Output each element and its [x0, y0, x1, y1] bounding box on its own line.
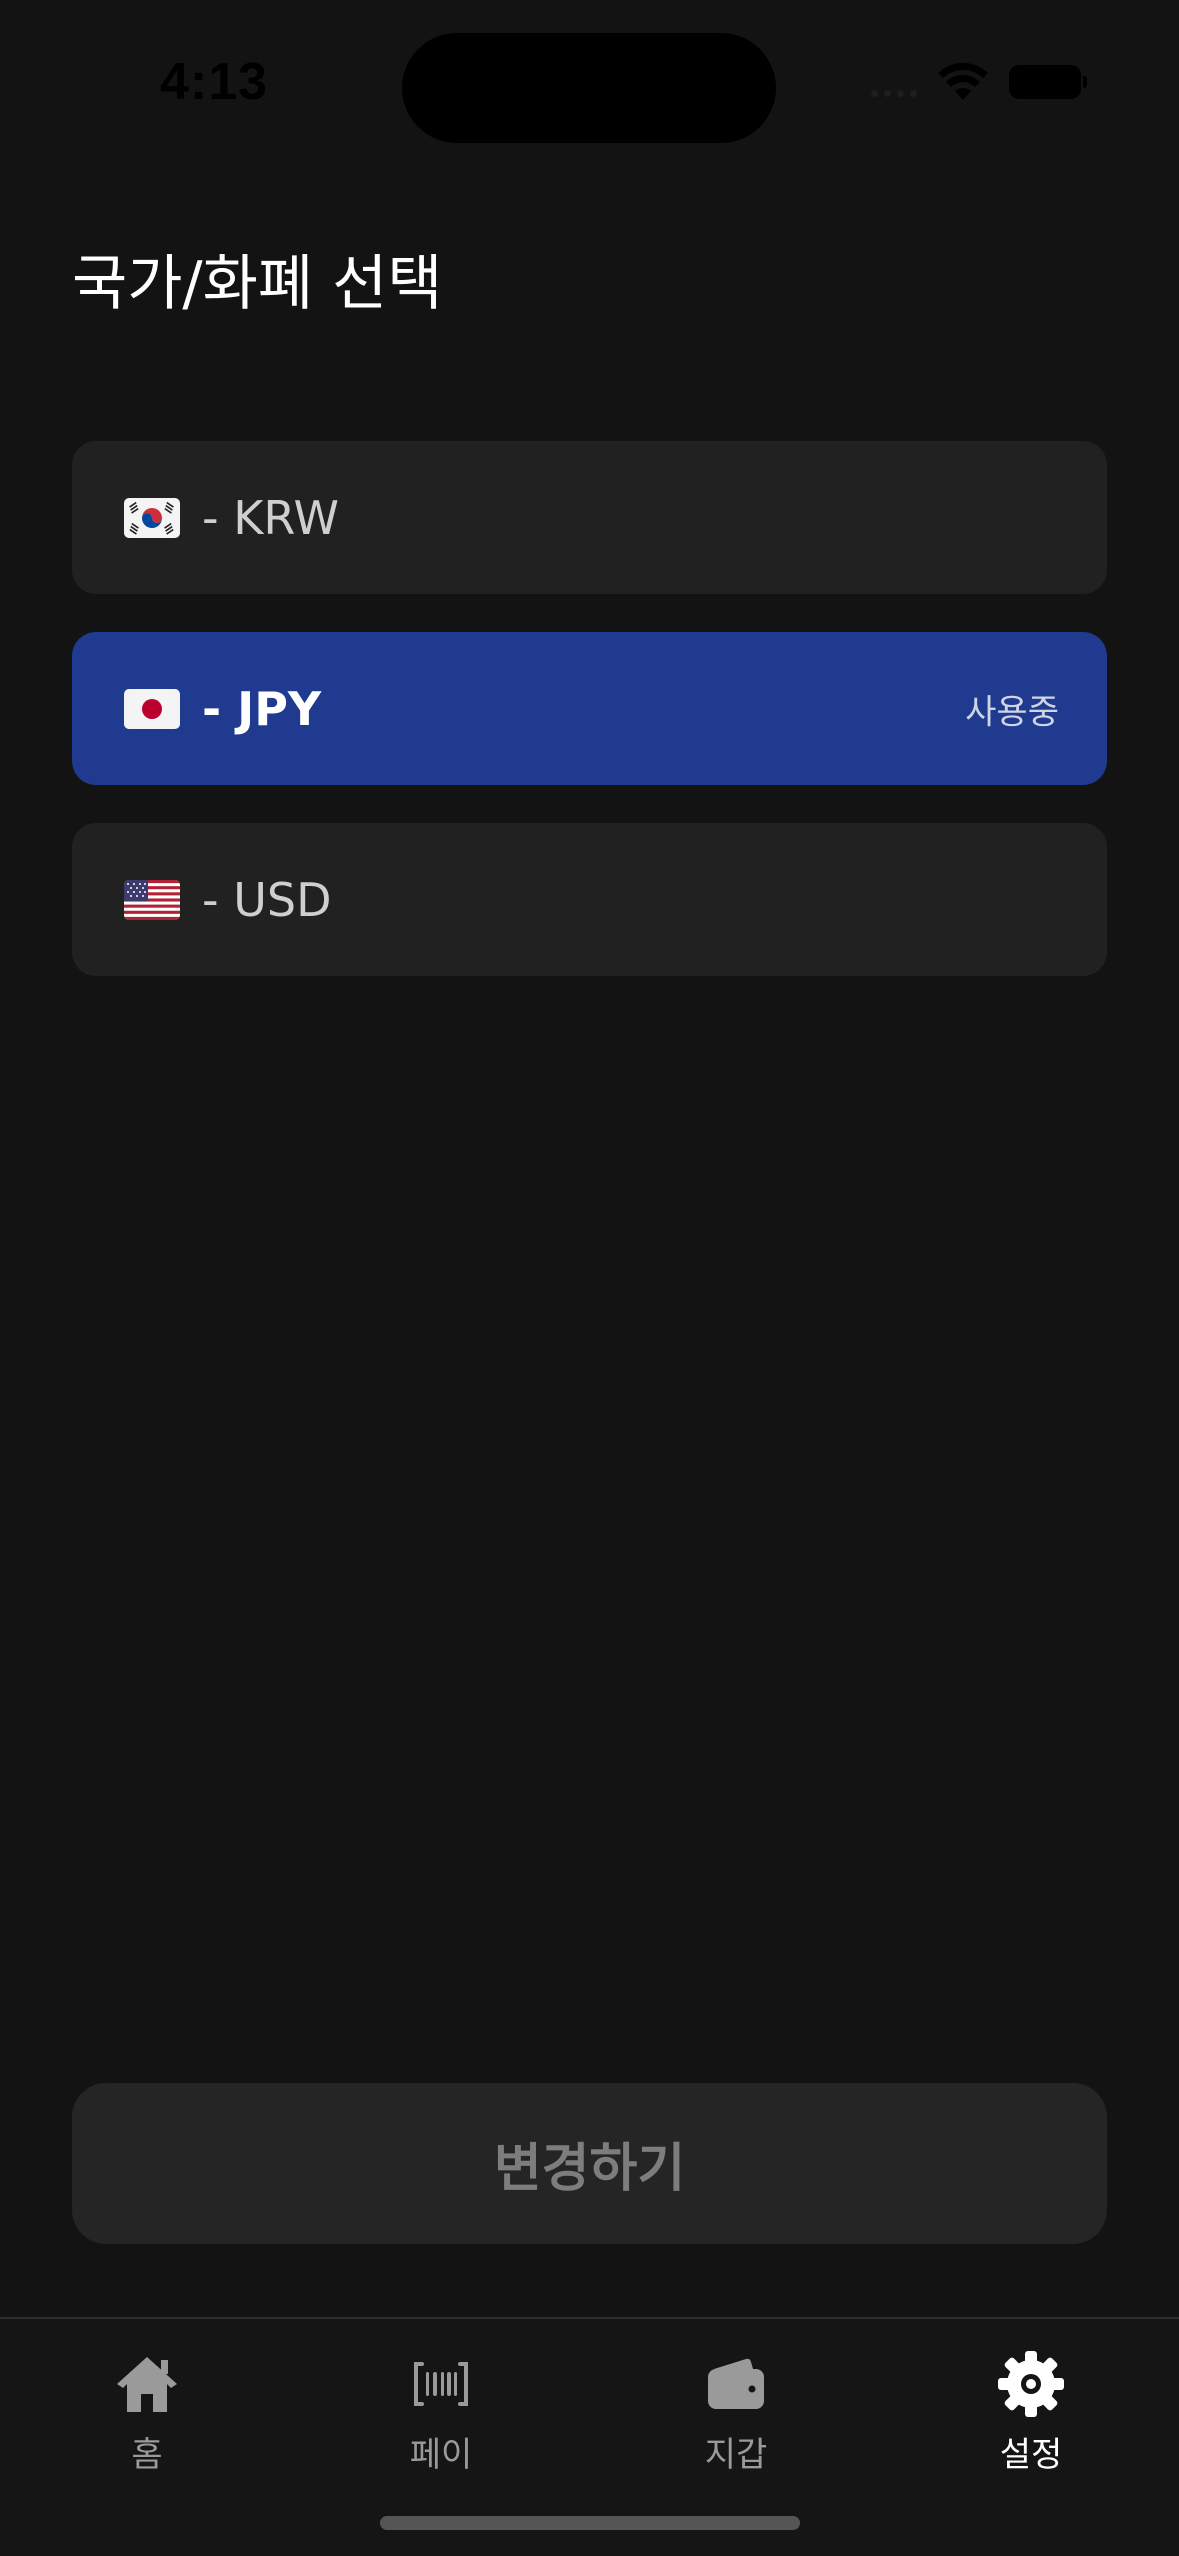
status-time: 4:13	[160, 53, 269, 111]
wifi-icon	[938, 62, 988, 100]
currency-label: - JPY	[202, 681, 322, 736]
home-icon	[112, 2349, 182, 2419]
currency-label: - KRW	[202, 490, 339, 545]
currency-item-jpy[interactable]: - JPY 사용중	[72, 632, 1107, 785]
tab-wallet[interactable]: 지갑	[636, 2349, 836, 2489]
tab-label: 설정	[999, 2435, 1063, 2475]
dynamic-island	[402, 33, 776, 143]
tab-pay[interactable]: 페이	[341, 2349, 541, 2489]
japan-flag-icon	[124, 688, 180, 729]
tab-home[interactable]: 홈	[47, 2349, 247, 2489]
in-use-badge: 사용중	[965, 692, 1059, 732]
usa-flag-icon	[124, 879, 180, 920]
home-indicator[interactable]	[380, 2516, 800, 2530]
status-bar: 4:13	[0, 0, 1179, 150]
korea-flag-icon	[124, 497, 180, 538]
gear-icon	[996, 2349, 1066, 2419]
currency-label: - USD	[202, 872, 332, 927]
battery-icon	[1009, 65, 1087, 99]
page-title: 국가/화폐 선택	[72, 249, 443, 319]
tab-label: 페이	[409, 2435, 473, 2475]
currency-item-usd[interactable]: - USD	[72, 823, 1107, 976]
tab-settings[interactable]: 설정	[931, 2349, 1131, 2489]
barcode-icon	[406, 2349, 476, 2419]
currency-item-krw[interactable]: - KRW	[72, 441, 1107, 594]
cellular-signal-icon	[871, 67, 917, 97]
change-button[interactable]: 변경하기	[72, 2083, 1107, 2244]
status-icons	[871, 62, 1087, 102]
tab-label: 지갑	[704, 2435, 768, 2475]
currency-list: - KRW - JPY 사용중 - USD	[72, 441, 1107, 1014]
tab-label: 홈	[131, 2435, 163, 2475]
wallet-icon	[701, 2349, 771, 2419]
